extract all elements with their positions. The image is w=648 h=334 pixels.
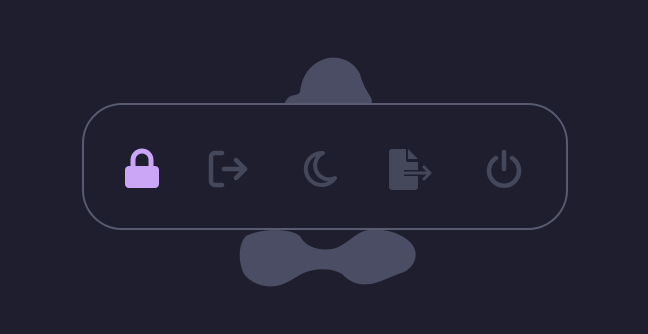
file-export-icon <box>389 149 432 190</box>
power-menu <box>82 103 568 230</box>
moon-icon <box>303 150 337 187</box>
lock-button[interactable] <box>118 145 166 193</box>
hibernate-button[interactable] <box>386 145 434 193</box>
suspend-button[interactable] <box>295 145 343 193</box>
lock-icon <box>125 148 159 188</box>
wallpaper-body <box>239 229 416 287</box>
shutdown-button[interactable] <box>480 145 528 193</box>
logout-button[interactable] <box>205 145 253 193</box>
power-icon <box>486 149 522 188</box>
logout-icon <box>208 150 248 188</box>
desktop <box>0 0 648 334</box>
